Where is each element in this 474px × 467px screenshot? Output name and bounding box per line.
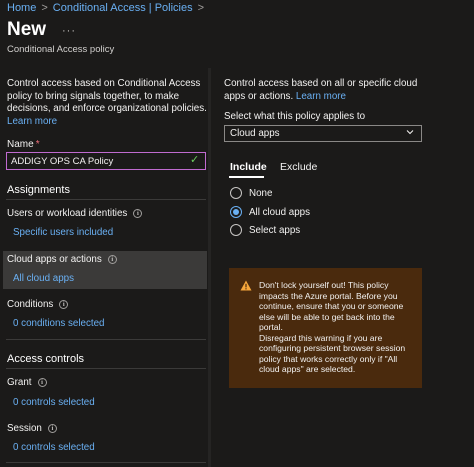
breadcrumb-separator: >	[41, 2, 48, 14]
divider	[6, 339, 206, 340]
page-title: New	[7, 19, 47, 40]
warning-message: Don't lock yourself out! This policy imp…	[259, 280, 417, 375]
learn-more-link[interactable]: Learn more	[296, 91, 346, 102]
warning-icon	[240, 280, 252, 291]
page-subtitle: Conditional Access policy	[7, 44, 115, 55]
conditions-label: Conditions i	[7, 299, 69, 310]
cloud-apps-description: Control access based on all or specific …	[224, 78, 424, 103]
warning-text-lockout: Don't lock yourself out! This policy imp…	[259, 280, 404, 332]
access-controls-heading: Access controls	[7, 353, 85, 365]
radio-select-apps-label: Select apps	[249, 225, 301, 236]
info-icon[interactable]: i	[47, 423, 57, 433]
users-selection-link[interactable]: Specific users included	[13, 227, 113, 238]
assignments-heading: Assignments	[7, 184, 70, 196]
conditions-selection-link[interactable]: 0 conditions selected	[13, 318, 105, 329]
info-icon[interactable]: i	[59, 299, 69, 309]
info-icon[interactable]: i	[107, 254, 117, 264]
users-label-text: Users or workload identities	[7, 208, 128, 219]
conditions-label-text: Conditions	[7, 299, 54, 310]
radio-all-cloud-apps[interactable]	[230, 206, 242, 218]
session-label-text: Session	[7, 423, 42, 434]
session-label: Session i	[7, 423, 57, 434]
applies-to-selected-value: Cloud apps	[230, 128, 280, 139]
tab-exclude[interactable]: Exclude	[280, 161, 317, 173]
active-tab-indicator	[229, 176, 264, 178]
applies-to-label: Select what this policy applies to	[224, 111, 366, 122]
info-icon[interactable]: i	[37, 377, 47, 387]
radio-select-apps[interactable]	[230, 224, 242, 236]
breadcrumb-home-link[interactable]: Home	[7, 2, 36, 14]
cloud-apps-label-text: Cloud apps or actions	[7, 254, 102, 265]
policy-description: Control access based on Conditional Acce…	[7, 78, 207, 128]
policy-description-text: Control access based on Conditional Acce…	[7, 78, 207, 114]
required-marker: *	[35, 139, 40, 150]
scrollbar[interactable]	[208, 68, 211, 467]
session-selection-link[interactable]: 0 controls selected	[13, 442, 95, 453]
name-label-text: Name	[7, 139, 34, 150]
breadcrumb-policies-link[interactable]: Conditional Access | Policies	[53, 2, 193, 14]
policy-name-input[interactable]	[6, 152, 206, 170]
grant-selection-link[interactable]: 0 controls selected	[13, 397, 95, 408]
warning-text-disregard: Disregard this warning if you are config…	[259, 332, 406, 375]
info-icon[interactable]: i	[133, 208, 143, 218]
learn-more-link[interactable]: Learn more	[7, 116, 57, 127]
grant-label-text: Grant	[7, 377, 32, 388]
radio-none[interactable]	[230, 187, 242, 199]
more-options-button[interactable]: ···	[62, 25, 76, 37]
divider	[6, 368, 206, 369]
breadcrumb: Home > Conditional Access | Policies >	[7, 2, 209, 14]
cloud-apps-actions-label: Cloud apps or actions i	[7, 254, 117, 265]
breadcrumb-separator: >	[197, 2, 205, 14]
tab-include[interactable]: Include	[230, 161, 267, 173]
cloud-apps-selection-link[interactable]: All cloud apps	[13, 273, 74, 284]
divider	[6, 462, 206, 463]
radio-none-label: None	[249, 188, 273, 199]
divider	[6, 199, 206, 200]
chevron-down-icon	[406, 130, 414, 135]
grant-label: Grant i	[7, 377, 47, 388]
users-workload-identities-label: Users or workload identities i	[7, 208, 143, 219]
radio-all-cloud-apps-label: All cloud apps	[249, 207, 310, 218]
name-label: Name *	[7, 139, 40, 150]
check-icon: ✓	[190, 154, 200, 166]
